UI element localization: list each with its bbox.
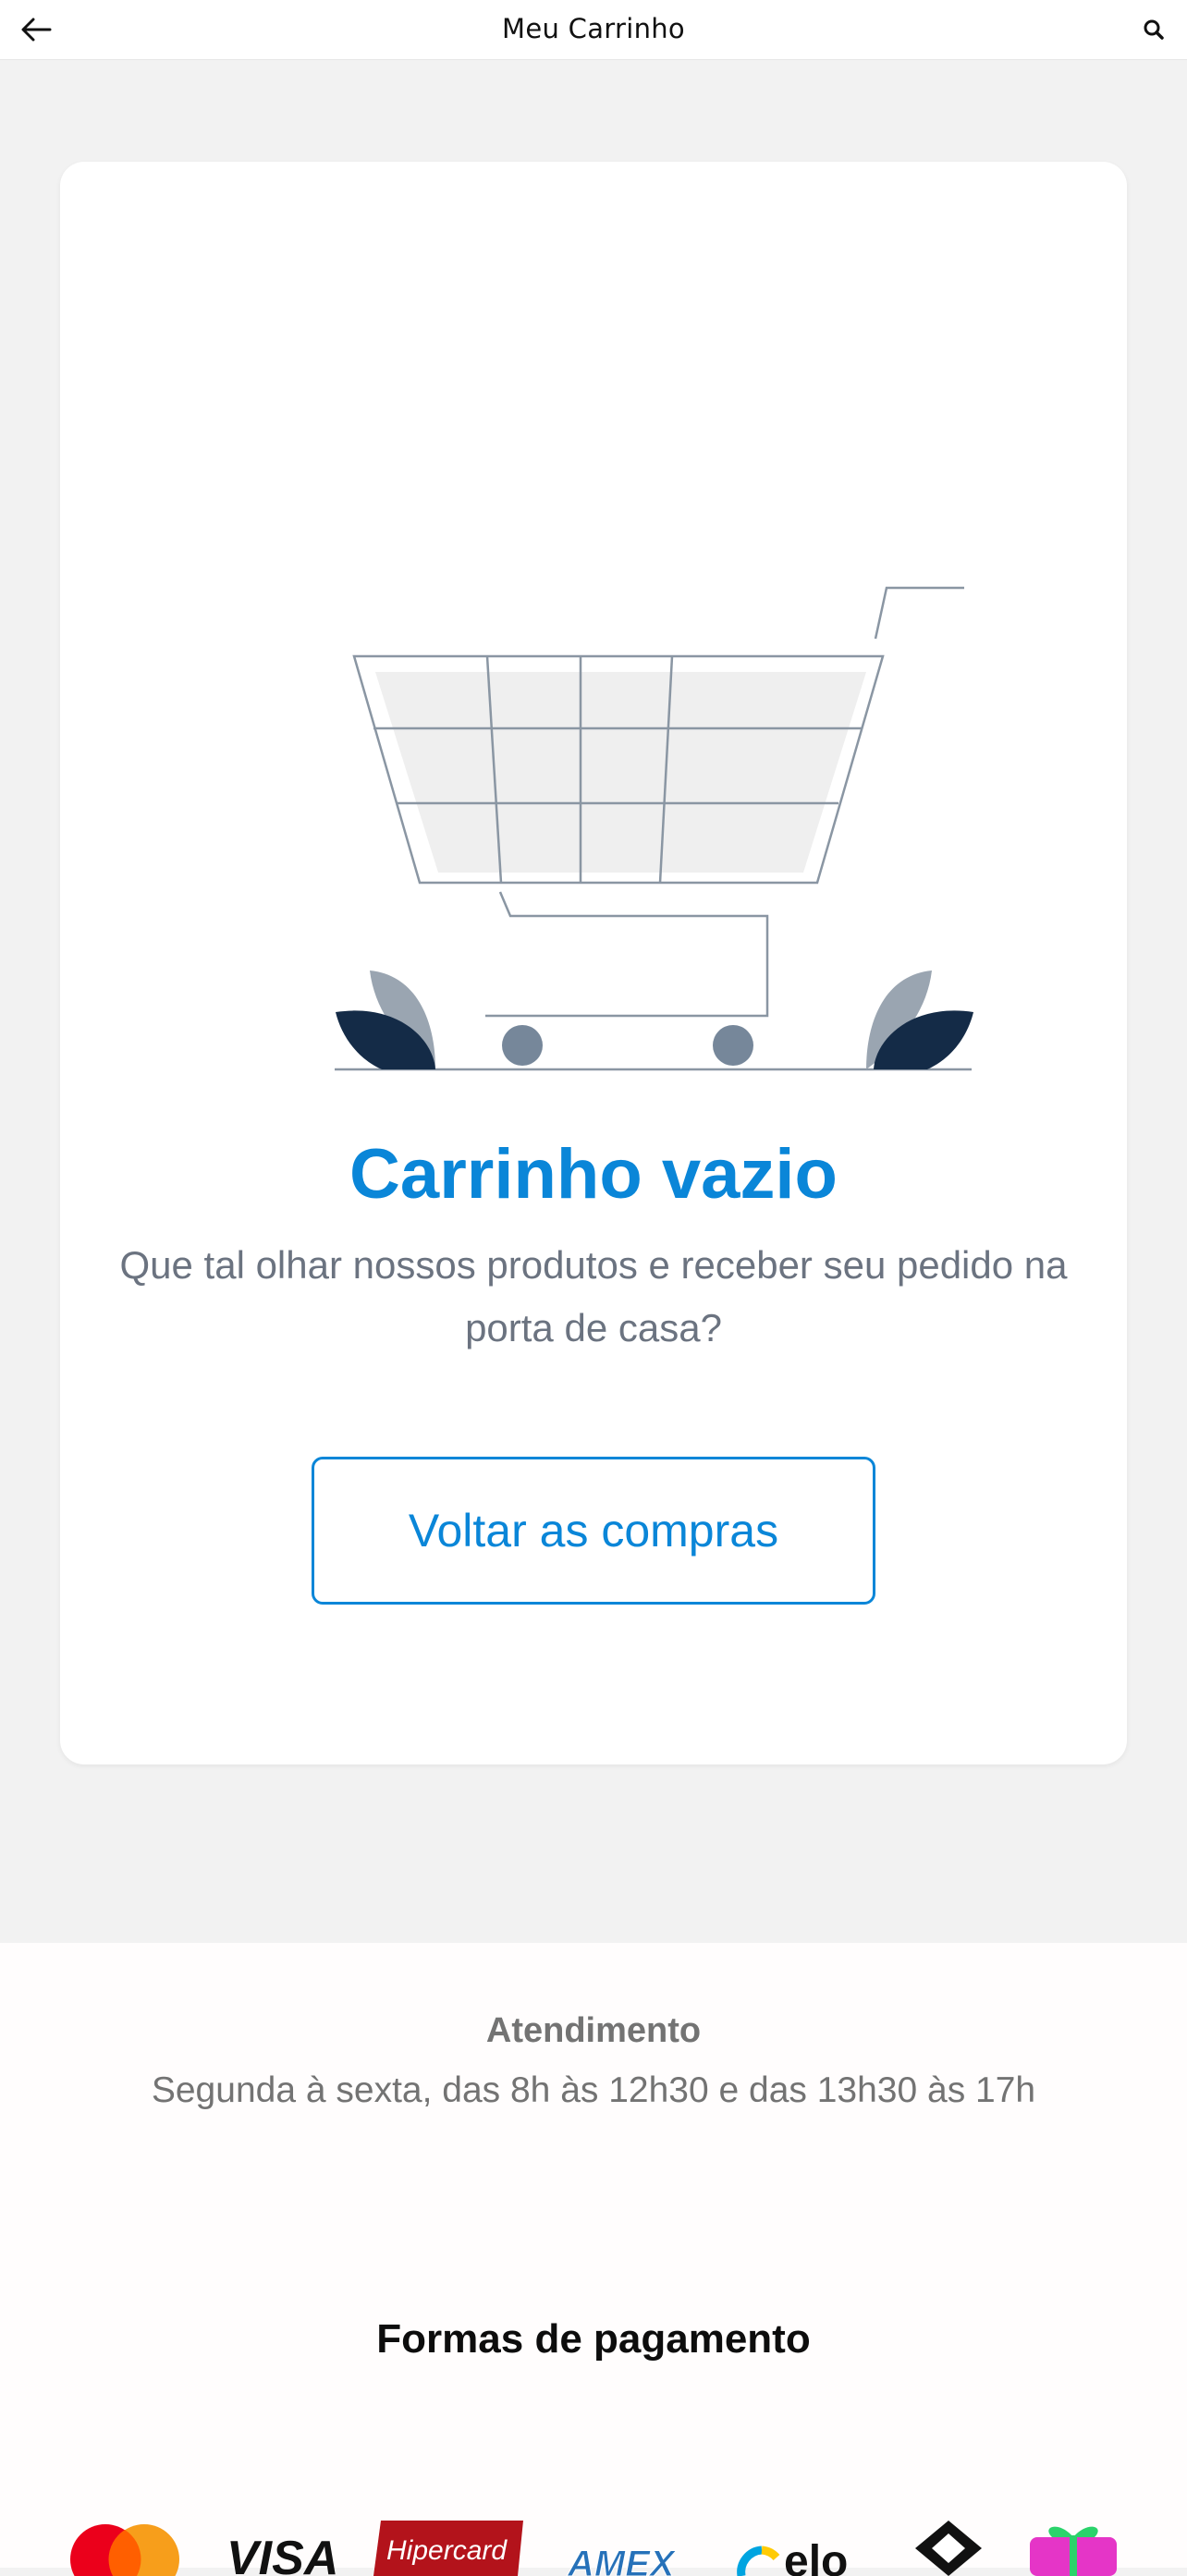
elo-logo-text: elo [784, 2537, 848, 2576]
search-button[interactable] [1133, 11, 1174, 48]
payment-logos: VISA Hipercard AMEX elo [0, 2521, 1187, 2576]
empty-cart-title: Carrinho vazio [349, 1135, 838, 1214]
support-title: Atendimento [485, 2011, 702, 2050]
mastercard-logo [70, 2524, 179, 2576]
footer: Atendimento Segunda à sexta, das 8h às 1… [0, 1943, 1187, 2576]
empty-shopping-cart-illustration [335, 586, 973, 1071]
amex-logo-text: AMEX [567, 2544, 677, 2576]
empty-cart-subtitle: Que tal olhar nossos produtos e receber … [119, 1243, 1068, 1349]
search-icon [1144, 19, 1164, 40]
elo-logo: elo [737, 2537, 848, 2576]
hipercard-logo: Hipercard [373, 2521, 523, 2576]
hipercard-logo-text: Hipercard [386, 2535, 508, 2566]
page-title: Meu Carrinho [502, 13, 685, 44]
diners-logo [915, 2521, 982, 2576]
payments-title: Formas de pagamento [376, 2316, 811, 2362]
support-hours: Segunda à sexta, das 8h às 12h30 e das 1… [151, 2070, 1036, 2110]
empty-cart-card: Carrinho vazio Que tal olhar nossos prod… [60, 162, 1127, 1764]
gift-card-logo [1030, 2526, 1117, 2576]
amex-logo: AMEX [567, 2544, 678, 2576]
visa-logo: VISA [226, 2532, 338, 2576]
visa-logo-text: VISA [226, 2532, 338, 2576]
top-bar: Meu Carrinho [0, 0, 1187, 60]
back-to-shopping-button[interactable]: Voltar as compras [312, 1457, 875, 1605]
